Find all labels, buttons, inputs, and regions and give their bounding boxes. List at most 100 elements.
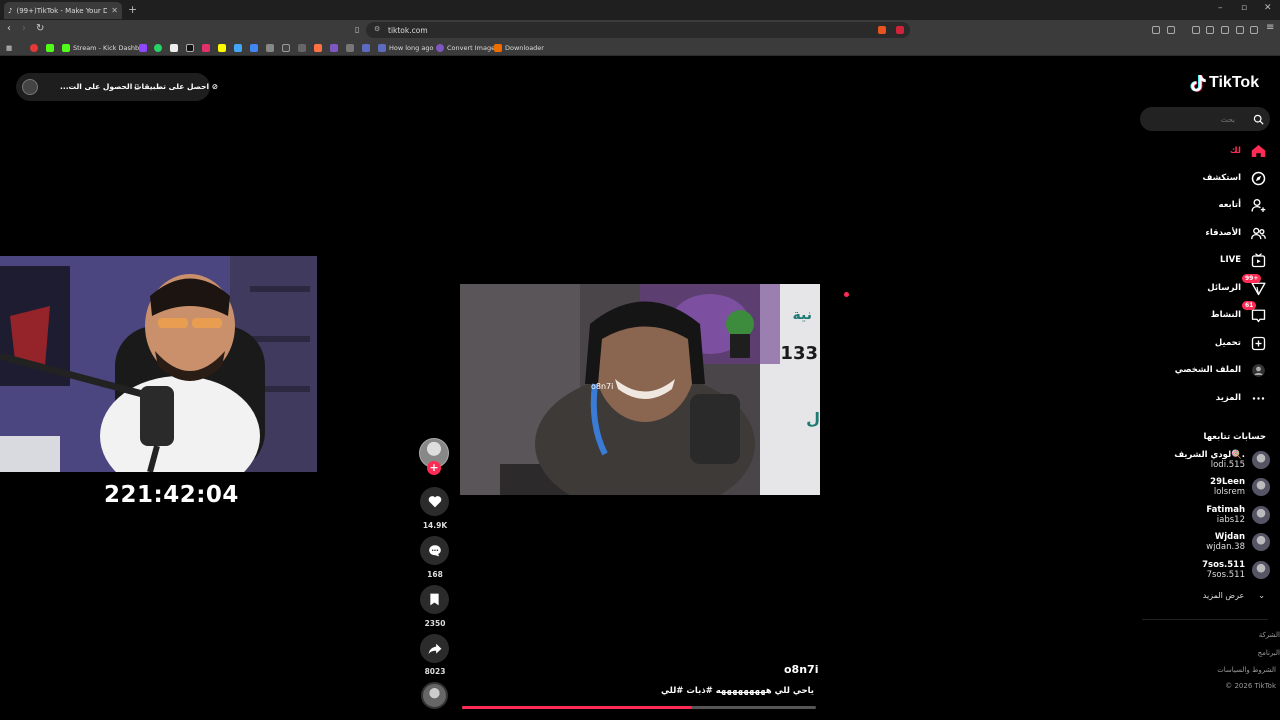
footer-link-terms[interactable]: الشروط والسياسات bbox=[1217, 666, 1276, 674]
reload-icon[interactable]: ↻ bbox=[36, 23, 44, 34]
bookmark-snapchat-icon[interactable] bbox=[218, 43, 226, 53]
following-account[interactable]: Wjdan wjdan.38 bbox=[1206, 530, 1270, 554]
leo-ai-icon[interactable] bbox=[1236, 26, 1244, 34]
sidebar-item-profile[interactable]: الملف الشخصي bbox=[1175, 360, 1266, 380]
bookmark-label: Stream - Kick Dashb... bbox=[73, 44, 146, 52]
brave-rewards-icon[interactable] bbox=[896, 26, 904, 34]
webcam-image bbox=[0, 256, 317, 472]
account-handle: lolsrem bbox=[1213, 487, 1245, 497]
save-button[interactable] bbox=[420, 585, 449, 614]
account-name: Wjdan bbox=[1214, 532, 1245, 542]
media-icon[interactable] bbox=[1192, 26, 1200, 34]
bookmark-how-long-ago[interactable]: How long ago bbox=[378, 43, 433, 53]
following-account[interactable]: لودي الشريف🍭. lodi.515 bbox=[1174, 448, 1270, 472]
address-bar[interactable]: ⚙ tiktok.com bbox=[366, 22, 910, 38]
site-info-icon[interactable]: ⚙ bbox=[374, 25, 380, 33]
sidebar-item-following[interactable]: أتابعه bbox=[1219, 195, 1266, 215]
bookmark-label: Convert Image bbox=[447, 44, 496, 52]
video-author-name[interactable]: o8n7i bbox=[784, 663, 818, 676]
bookmark-site3-icon[interactable] bbox=[314, 43, 322, 53]
share-icon bbox=[428, 643, 441, 654]
sidebar-item-label: أتابعه bbox=[1218, 200, 1241, 210]
sidebar-item-more[interactable]: المزيد bbox=[1216, 388, 1266, 408]
search-icon[interactable] bbox=[1253, 114, 1264, 125]
get-pc-app-button[interactable]: ▯ الحصول على الت... bbox=[60, 82, 139, 91]
see-more-button[interactable]: عرض المزيد ⌄ bbox=[1203, 591, 1265, 600]
brave-shields-icon[interactable] bbox=[878, 26, 886, 34]
wallet-icon[interactable] bbox=[1221, 26, 1229, 34]
bookmark-tool-icon[interactable] bbox=[234, 43, 242, 53]
like-button[interactable] bbox=[420, 487, 449, 516]
bookmark-whatsapp-icon[interactable] bbox=[154, 43, 162, 53]
browser-tab-bar: ♪ (99+)TikTok - Make Your Day ✕ + – ▫ ✕ bbox=[0, 0, 1280, 20]
footer-link-program[interactable]: البرنامج bbox=[1258, 649, 1280, 657]
bookmark-site-icon[interactable] bbox=[266, 43, 274, 53]
bookmark-site4-icon[interactable] bbox=[346, 43, 354, 53]
download-circle-icon: ⊘ bbox=[211, 82, 218, 91]
bookmark-skrill-icon[interactable] bbox=[330, 43, 338, 53]
sidebar-item-for-you[interactable]: لك bbox=[1230, 141, 1266, 161]
sidebar-item-explore[interactable]: استكشف bbox=[1203, 168, 1266, 188]
tiktok-page: ▯ الحصول على الت... ⊘ احصل على تطبيقات 2… bbox=[0, 57, 1280, 720]
music-disc-icon[interactable] bbox=[421, 682, 448, 709]
home-icon bbox=[1250, 143, 1266, 159]
bookmark-instagram-icon[interactable] bbox=[202, 43, 210, 53]
sidebar-item-friends[interactable]: الأصدقاء bbox=[1206, 223, 1266, 243]
following-account[interactable]: 7sos.511 7sos.511 bbox=[1202, 558, 1270, 582]
bookmark-kick-icon[interactable] bbox=[46, 43, 54, 53]
sidebar-toggle-icon[interactable] bbox=[1206, 26, 1214, 34]
sidebar-item-upload[interactable]: تحميل bbox=[1215, 333, 1266, 353]
follow-button[interactable]: + bbox=[427, 461, 441, 475]
tiktok-logo[interactable]: TikTok bbox=[1190, 74, 1259, 92]
screenshot-icon[interactable] bbox=[1167, 26, 1175, 34]
video-player[interactable]: نية 133 ل o8n7i bbox=[460, 284, 820, 495]
share-button[interactable] bbox=[420, 634, 449, 663]
bookmark-site2-icon[interactable] bbox=[282, 43, 290, 53]
search-bar[interactable] bbox=[1140, 107, 1270, 131]
apps-grid-icon[interactable]: ▦ bbox=[6, 43, 12, 53]
bookmark-youtube-icon[interactable] bbox=[30, 43, 38, 53]
sidebar-item-live[interactable]: LIVE bbox=[1220, 250, 1266, 270]
search-input[interactable] bbox=[1145, 114, 1235, 124]
following-account[interactable]: 29Leen lolsrem bbox=[1210, 475, 1270, 499]
bookmark-downloader[interactable]: Downloader bbox=[494, 43, 544, 53]
menu-icon[interactable]: ≡ bbox=[1266, 22, 1274, 33]
tab-title: (99+)TikTok - Make Your Day bbox=[16, 6, 108, 15]
download-icon bbox=[494, 44, 502, 52]
new-tab-button[interactable]: + bbox=[128, 3, 137, 16]
maximize-icon[interactable]: ▫ bbox=[1241, 3, 1247, 13]
get-apps-button[interactable]: ⊘ احصل على تطبيقات bbox=[134, 82, 218, 91]
browser-toolbar: ‹ › ↻ ▯ ⚙ tiktok.com ≡ bbox=[0, 20, 1280, 40]
bookmark-x-icon[interactable] bbox=[170, 43, 178, 53]
browser-tab-tiktok[interactable]: ♪ (99+)TikTok - Make Your Day ✕ bbox=[4, 2, 122, 19]
bookmark-site5-icon[interactable] bbox=[362, 43, 370, 53]
bookmark-page-icon[interactable]: ▯ bbox=[355, 25, 359, 34]
comment-button[interactable] bbox=[420, 536, 449, 565]
back-icon[interactable]: ‹ bbox=[7, 23, 11, 34]
vpn-icon[interactable] bbox=[1250, 26, 1258, 34]
extensions-icon[interactable] bbox=[1152, 26, 1160, 34]
avatar bbox=[1252, 478, 1270, 496]
bookmark-tiktok-icon[interactable] bbox=[186, 43, 194, 53]
bookmark-headphones-icon[interactable] bbox=[298, 43, 306, 53]
address-url: tiktok.com bbox=[388, 25, 428, 35]
following-account[interactable]: Fatimah iabs12 bbox=[1206, 503, 1270, 527]
logo-text: TikTok bbox=[1209, 74, 1260, 91]
bookmark-stream-kick[interactable]: Stream - Kick Dashb... bbox=[62, 43, 145, 53]
footer-link-company[interactable]: الشركة bbox=[1259, 631, 1280, 639]
avatar bbox=[1252, 561, 1270, 579]
close-tab-icon[interactable]: ✕ bbox=[111, 6, 118, 15]
comment-count: 168 bbox=[427, 570, 443, 579]
bookmarks-bar: ▦ Stream - Kick Dashb... How long ago Co… bbox=[0, 40, 1280, 56]
close-window-icon[interactable]: ✕ bbox=[1264, 3, 1272, 13]
forward-icon[interactable]: › bbox=[22, 23, 26, 34]
video-progress-bar[interactable] bbox=[462, 706, 816, 709]
bookmark-translate-icon[interactable] bbox=[250, 43, 258, 53]
sidebar-item-messages[interactable]: الرسائل 99+ bbox=[1207, 274, 1266, 298]
profile-icon bbox=[1250, 362, 1266, 378]
user-avatar[interactable] bbox=[22, 79, 38, 95]
sidebar-item-activity[interactable]: النشاط 61 bbox=[1211, 301, 1266, 325]
bookmark-convert-image[interactable]: Convert Image bbox=[436, 43, 495, 53]
minimize-icon[interactable]: – bbox=[1218, 3, 1223, 13]
bookmark-twitch-icon[interactable] bbox=[139, 43, 147, 53]
